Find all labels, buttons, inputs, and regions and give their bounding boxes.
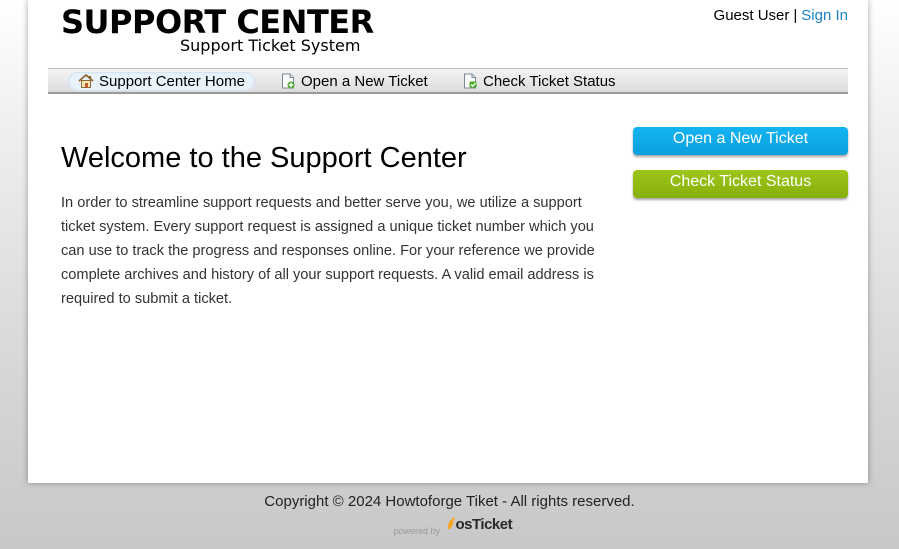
nav-label-new-ticket: Open a New Ticket <box>301 73 428 90</box>
page-container: SUPPORT CENTER Support Ticket System Gue… <box>28 0 868 483</box>
footer: Copyright © 2024 Howtoforge Tiket - All … <box>0 493 899 543</box>
copyright-text: Copyright © 2024 Howtoforge Tiket - All … <box>264 493 635 510</box>
osticket-logo: osTicket <box>446 516 513 533</box>
nav-label-check-status: Check Ticket Status <box>483 73 616 90</box>
separator: | <box>793 7 798 24</box>
powered-by-label: powered by <box>393 526 441 536</box>
nav-item-check-status[interactable]: Check Ticket Status <box>452 72 626 91</box>
open-new-ticket-button[interactable]: Open a New Ticket <box>633 127 848 155</box>
logo-title: SUPPORT CENTER <box>61 3 374 41</box>
sign-in-link[interactable]: Sign In <box>801 7 848 24</box>
main-nav: Support Center Home Open a New Ticket Ch… <box>48 68 848 94</box>
logo-subtitle: Support Ticket System <box>180 36 361 55</box>
kangaroo-icon <box>447 517 455 529</box>
new-ticket-icon <box>282 73 295 89</box>
nav-item-home[interactable]: Support Center Home <box>68 72 255 91</box>
osticket-label: osTicket <box>455 516 513 533</box>
nav-item-new-ticket[interactable]: Open a New Ticket <box>270 72 438 91</box>
ticket-status-icon <box>464 73 477 89</box>
logo[interactable]: SUPPORT CENTER Support Ticket System <box>61 4 374 55</box>
guest-user-label: Guest User <box>713 7 790 24</box>
check-ticket-status-button[interactable]: Check Ticket Status <box>633 170 848 198</box>
powered-by-osticket[interactable]: powered by osTicket <box>393 516 513 538</box>
welcome-text: In order to streamline support requests … <box>61 195 595 307</box>
user-info: Guest User | Sign In <box>714 7 848 24</box>
header: SUPPORT CENTER Support Ticket System Gue… <box>28 0 868 68</box>
main-content: Welcome to the Support Center In order t… <box>61 140 606 311</box>
home-icon <box>78 73 94 88</box>
nav-label-home: Support Center Home <box>99 73 245 90</box>
page-title: Welcome to the Support Center <box>61 142 467 174</box>
